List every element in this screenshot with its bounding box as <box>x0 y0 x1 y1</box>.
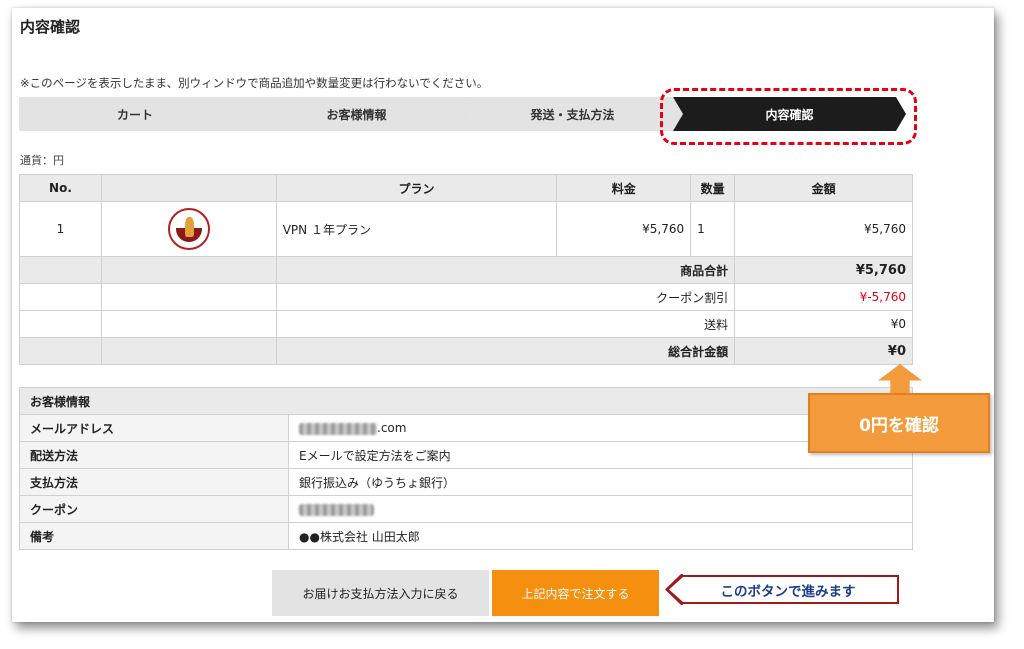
shipping-value: ¥0 <box>734 310 913 338</box>
active-step-highlight <box>660 88 917 145</box>
table-row: 支払方法 銀行振込み（ゆうちょ銀行） <box>19 468 913 496</box>
customer-info-heading: お客様情報 <box>19 387 913 415</box>
note-value: ●●株式会社 山田太郎 <box>288 522 913 550</box>
delivery-label: 配送方法 <box>19 441 289 469</box>
customer-info-heading-row: お客様情報 <box>19 387 913 415</box>
redacted-coupon <box>299 503 374 516</box>
step-shipping-payment: 発送・支払方法 <box>462 97 683 131</box>
note-label: 備考 <box>19 522 289 550</box>
table-row: 備考 ●●株式会社 山田太郎 <box>19 522 913 550</box>
coupon-code-value <box>288 495 913 523</box>
notice-text: ※このページを表示したまま、別ウィンドウで商品追加や数量変更は行わないでください… <box>20 76 489 90</box>
email-label: メールアドレス <box>19 414 289 442</box>
page-title: 内容確認 <box>20 18 81 36</box>
subtotal-label: 商品合計 <box>275 256 736 284</box>
subtotal-row: 商品合計 ¥5,760 <box>19 256 913 284</box>
header-image <box>100 174 277 202</box>
header-amount: 金額 <box>734 174 913 202</box>
item-price: ¥5,760 <box>556 201 692 257</box>
header-no: No. <box>19 174 102 202</box>
table-header-row: No. プラン 料金 数量 金額 <box>19 174 913 202</box>
subtotal-value: ¥5,760 <box>734 256 913 284</box>
step-customer-info: お客様情報 <box>241 97 472 131</box>
back-to-shipping-button[interactable]: お届けお支払方法入力に戻る <box>272 570 489 616</box>
table-row: 1 VPN １年プラン ¥5,760 1 ¥5,760 <box>19 201 913 257</box>
coupon-label: クーポン割引 <box>275 283 736 311</box>
coupon-code-label: クーポン <box>19 495 289 523</box>
zero-yen-callout: 0円を確認 <box>808 393 990 453</box>
shipping-label: 送料 <box>275 310 736 338</box>
coupon-value: ¥-5,760 <box>734 283 913 311</box>
total-row: 総合計金額 ¥0 <box>19 337 913 365</box>
table-row: 配送方法 Eメールで設定方法をご案内 <box>19 441 913 469</box>
payment-value: 銀行振込み（ゆうちょ銀行） <box>288 468 913 496</box>
total-label: 総合計金額 <box>275 337 736 365</box>
item-qty: 1 <box>690 201 736 257</box>
coupon-row: クーポン割引 ¥-5,760 <box>19 283 913 311</box>
table-row: クーポン <box>19 495 913 523</box>
payment-label: 支払方法 <box>19 468 289 496</box>
place-order-button[interactable]: 上記内容で注文する <box>492 570 659 616</box>
order-table: No. プラン 料金 数量 金額 1 VPN １年プラン ¥5,760 1 ¥5… <box>19 174 913 365</box>
table-row: メールアドレス .com <box>19 414 913 442</box>
redacted-email <box>299 422 377 435</box>
currency-label: 通貨：円 <box>20 154 64 167</box>
header-plan: プラン <box>275 174 558 202</box>
item-image-cell <box>100 201 277 257</box>
proceed-callout: このボタンで進みます <box>667 575 899 604</box>
customer-info-table: お客様情報 メールアドレス .com 配送方法 Eメールで設定方法をご案内 支払… <box>19 387 913 550</box>
item-no: 1 <box>19 201 102 257</box>
item-amount: ¥5,760 <box>734 201 913 257</box>
header-qty: 数量 <box>690 174 736 202</box>
vpn-seal-logo <box>167 208 210 250</box>
total-value: ¥0 <box>734 337 913 365</box>
email-suffix: .com <box>377 421 407 435</box>
step-cart: カート <box>19 97 251 131</box>
item-plan: VPN １年プラン <box>275 201 558 257</box>
shipping-row: 送料 ¥0 <box>19 310 913 338</box>
header-price: 料金 <box>556 174 692 202</box>
